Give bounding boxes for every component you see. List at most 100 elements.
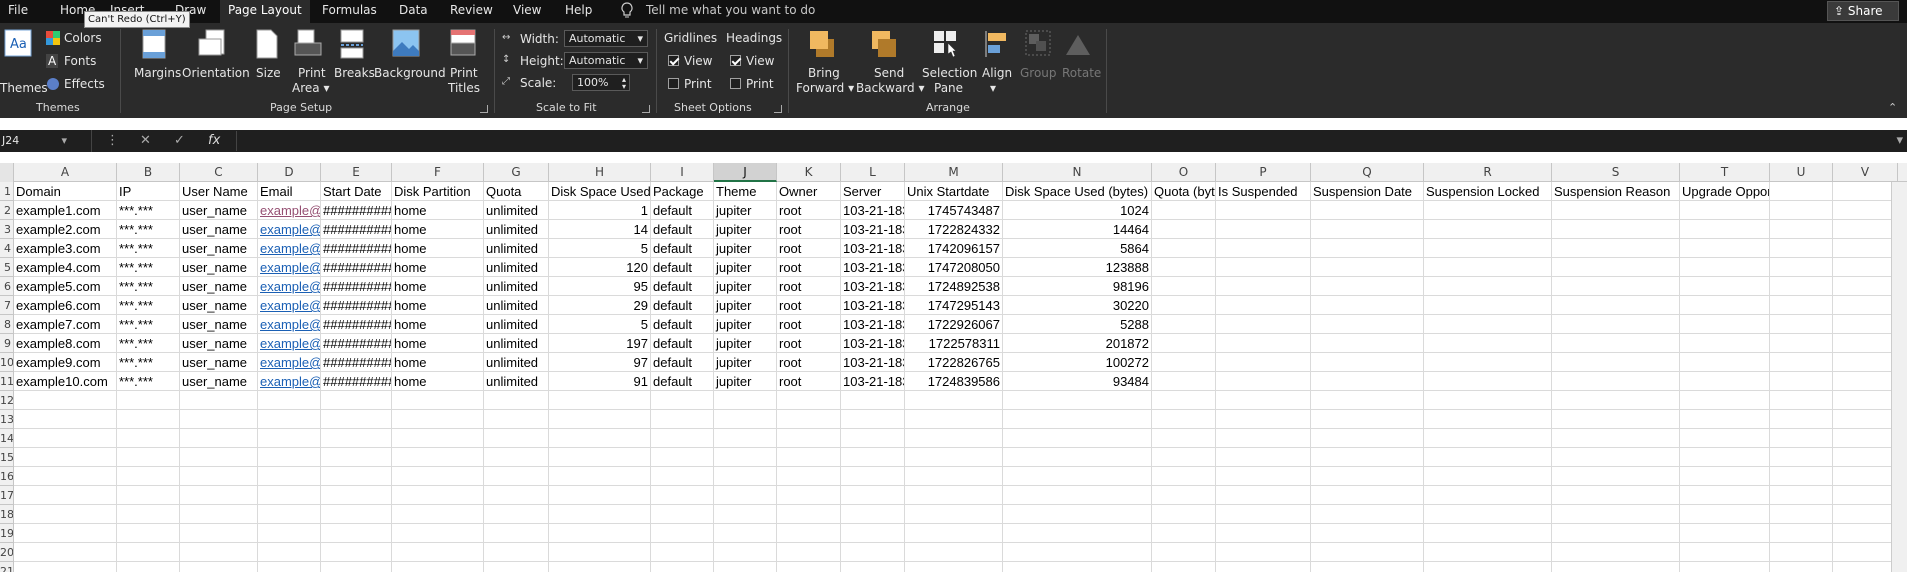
table-cell[interactable]: 1722824332 [905,220,1003,239]
empty-cell[interactable] [1424,524,1552,543]
row-header[interactable]: 16 [0,467,14,486]
row-header[interactable]: 8 [0,315,14,334]
empty-cell[interactable] [777,543,841,562]
print-area-button[interactable]: Print [298,66,326,80]
empty-cell[interactable] [392,505,484,524]
empty-cell[interactable] [1833,467,1898,486]
column-header-b[interactable]: B [117,163,180,182]
header-cell[interactable]: Suspension Reason [1552,182,1680,201]
vertical-scrollbar[interactable] [1891,182,1907,572]
empty-cell[interactable] [1770,562,1833,572]
empty-cell[interactable] [1770,220,1833,239]
table-cell[interactable]: ***.*** [117,201,180,220]
empty-cell[interactable] [1216,505,1311,524]
table-cell[interactable]: default [651,239,714,258]
rotate-button[interactable]: Rotate [1062,66,1101,80]
table-cell[interactable]: 1745743487 [905,201,1003,220]
empty-cell[interactable] [1424,201,1552,220]
header-cell[interactable]: Unix Startdate [905,182,1003,201]
header-cell[interactable]: Quota (bytes) [1152,182,1216,201]
table-cell[interactable]: jupiter [714,239,777,258]
column-header-c[interactable]: C [180,163,258,182]
empty-cell[interactable] [1152,543,1216,562]
empty-cell[interactable] [1311,239,1424,258]
empty-cell[interactable] [905,391,1003,410]
table-cell[interactable]: example2.com [14,220,117,239]
empty-cell[interactable] [180,448,258,467]
empty-cell[interactable] [1424,543,1552,562]
empty-cell[interactable] [1152,410,1216,429]
empty-cell[interactable] [1552,296,1680,315]
empty-cell[interactable] [321,505,392,524]
breaks-button[interactable]: Breaks [334,66,375,80]
empty-cell[interactable] [1003,410,1152,429]
empty-cell[interactable] [714,448,777,467]
empty-cell[interactable] [1003,524,1152,543]
empty-cell[interactable] [1152,220,1216,239]
empty-cell[interactable] [1424,296,1552,315]
row-header[interactable]: 10 [0,353,14,372]
table-cell[interactable]: root [777,201,841,220]
empty-cell[interactable] [392,543,484,562]
table-cell[interactable]: 30220 [1003,296,1152,315]
empty-cell[interactable] [1833,182,1898,201]
empty-cell[interactable] [180,524,258,543]
formula-input[interactable] [236,131,1891,151]
table-cell[interactable]: default [651,353,714,372]
table-cell[interactable]: example7.com [14,315,117,334]
table-cell[interactable]: root [777,296,841,315]
empty-cell[interactable] [777,524,841,543]
table-cell[interactable]: jupiter [714,372,777,391]
empty-cell[interactable] [1770,429,1833,448]
empty-cell[interactable] [1152,258,1216,277]
table-cell[interactable]: default [651,296,714,315]
empty-cell[interactable] [14,467,117,486]
table-cell[interactable]: 103-21-183 [841,277,905,296]
empty-cell[interactable] [321,391,392,410]
table-cell[interactable]: example@ [258,258,321,277]
row-header[interactable]: 18 [0,505,14,524]
empty-cell[interactable] [1770,543,1833,562]
orientation-button[interactable]: Orientation [182,66,250,80]
empty-cell[interactable] [1770,296,1833,315]
table-cell[interactable]: jupiter [714,220,777,239]
table-cell[interactable]: 5288 [1003,315,1152,334]
empty-cell[interactable] [1424,505,1552,524]
table-cell[interactable]: 201872 [1003,334,1152,353]
column-header-o[interactable]: O [1152,163,1216,182]
empty-cell[interactable] [484,448,549,467]
empty-cell[interactable] [1833,315,1898,334]
table-cell[interactable]: ########## [321,220,392,239]
empty-cell[interactable] [1552,410,1680,429]
table-cell[interactable]: user_name [180,277,258,296]
table-cell[interactable]: ***.*** [117,334,180,353]
empty-cell[interactable] [1552,524,1680,543]
table-cell[interactable]: ***.*** [117,315,180,334]
empty-cell[interactable] [905,562,1003,572]
empty-cell[interactable] [549,429,651,448]
empty-cell[interactable] [1311,353,1424,372]
table-cell[interactable]: unlimited [484,277,549,296]
empty-cell[interactable] [549,505,651,524]
empty-cell[interactable] [841,486,905,505]
table-cell[interactable]: user_name [180,353,258,372]
empty-cell[interactable] [1216,486,1311,505]
column-header-k[interactable]: K [777,163,841,182]
table-cell[interactable]: user_name [180,220,258,239]
empty-cell[interactable] [651,448,714,467]
header-cell[interactable]: Upgrade Opportunities [1680,182,1770,201]
empty-cell[interactable] [905,486,1003,505]
empty-cell[interactable] [1424,410,1552,429]
table-cell[interactable]: 1722578311 [905,334,1003,353]
headings-view-checkbox[interactable] [730,55,741,66]
empty-cell[interactable] [1833,239,1898,258]
empty-cell[interactable] [1424,486,1552,505]
table-cell[interactable]: example@ [258,334,321,353]
table-cell[interactable]: ########## [321,258,392,277]
row-header[interactable]: 5 [0,258,14,277]
table-cell[interactable]: ########## [321,334,392,353]
empty-cell[interactable] [714,410,777,429]
empty-cell[interactable] [180,391,258,410]
effects-button[interactable]: Effects [64,77,105,91]
empty-cell[interactable] [180,543,258,562]
